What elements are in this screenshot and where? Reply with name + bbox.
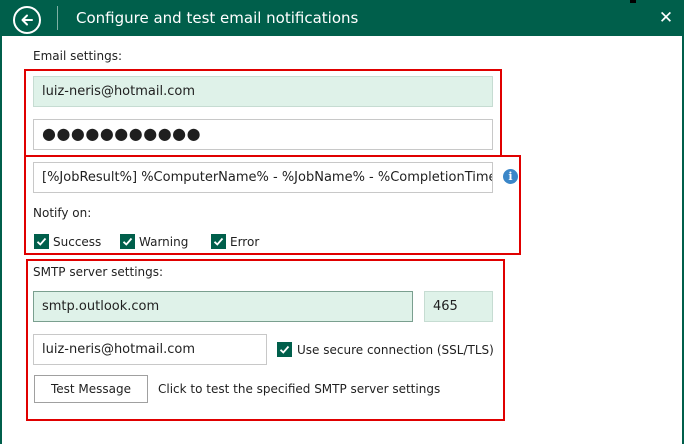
- title-bar: Configure and test email notifications ✕: [0, 0, 684, 36]
- back-button[interactable]: [13, 6, 41, 34]
- close-button[interactable]: ✕: [656, 9, 676, 29]
- title-separator: [57, 6, 58, 30]
- dialog-title: Configure and test email notifications: [76, 9, 359, 27]
- highlight-box-email: [24, 69, 502, 157]
- window-border-left: [0, 36, 2, 444]
- highlight-box-notification: [24, 155, 521, 255]
- close-icon: ✕: [658, 8, 674, 28]
- email-settings-label: Email settings:: [33, 49, 123, 63]
- highlight-box-smtp: [26, 259, 505, 421]
- top-edge-mark: [630, 0, 636, 3]
- back-arrow-icon: [21, 14, 33, 26]
